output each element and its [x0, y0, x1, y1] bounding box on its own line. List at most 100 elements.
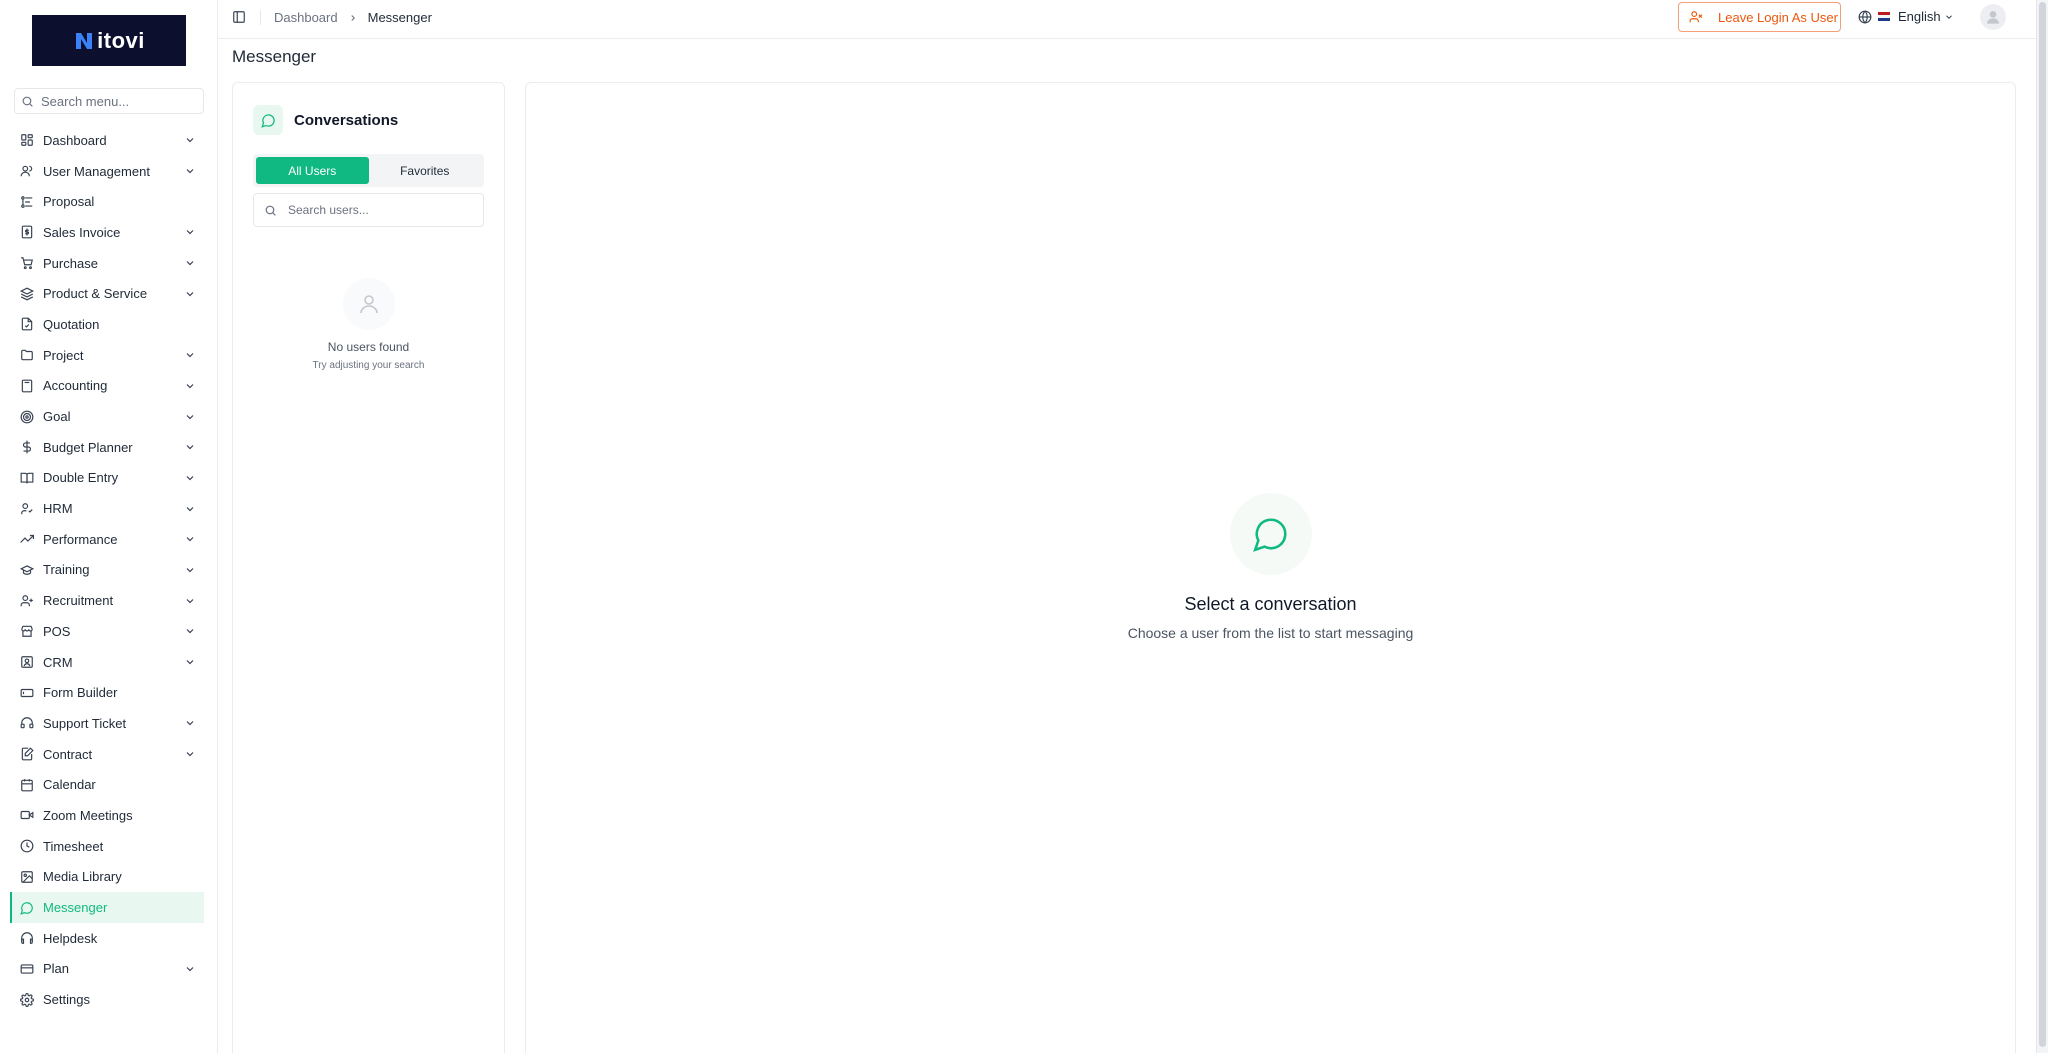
sidebar-item-helpdesk[interactable]: Helpdesk [10, 923, 204, 954]
message-icon [20, 901, 34, 915]
sidebar-item-hrm[interactable]: HRM [10, 493, 204, 524]
sidebar-item-label: Timesheet [43, 838, 104, 854]
invoice-icon [20, 225, 34, 239]
scrollbar-thumb[interactable] [2039, 2, 2046, 1047]
chevron-right-icon [348, 13, 358, 23]
trending-up-icon [20, 532, 34, 546]
chevron-down-icon [1945, 14, 1952, 19]
leave-button-label: Leave Login As User [1718, 9, 1838, 25]
language-selector[interactable]: English [1858, 9, 1954, 24]
store-icon [20, 624, 34, 638]
chevron-down-icon [184, 288, 196, 300]
tab-favorites[interactable]: Favorites [369, 157, 482, 184]
sidebar-item-label: User Management [43, 163, 150, 179]
logo-n-icon [76, 32, 93, 49]
breadcrumb-dashboard-link[interactable]: Dashboard [274, 10, 338, 25]
cart-icon [20, 256, 34, 270]
search-icon [22, 96, 33, 107]
sidebar-item-label: Calendar [43, 777, 96, 793]
chevron-down-icon [184, 226, 196, 238]
chevron-down-icon [184, 595, 196, 607]
page-scrollbar[interactable] [2036, 0, 2048, 1053]
sidebar-item-project[interactable]: Project [10, 340, 204, 371]
sidebar-item-label: Product & Service [43, 286, 148, 302]
user-placeholder-icon [342, 278, 395, 330]
sidebar-item-quotation[interactable]: Quotation [10, 309, 204, 340]
chevron-down-icon [184, 564, 196, 576]
chevron-down-icon [184, 656, 196, 668]
contract-icon [20, 747, 34, 761]
menu-search-input[interactable] [41, 93, 191, 109]
language-label: English [1898, 9, 1941, 24]
chevron-down-icon [184, 533, 196, 545]
sidebar-item-contract[interactable]: Contract [10, 739, 204, 770]
proposal-icon [20, 195, 34, 209]
sidebar-item-form-builder[interactable]: Form Builder [10, 677, 204, 708]
sidebar-item-performance[interactable]: Performance [10, 524, 204, 555]
empty-users-state: No users found Try adjusting your search [233, 278, 504, 371]
avatar-user-icon [1987, 11, 1999, 24]
sidebar-item-messenger[interactable]: Messenger [10, 892, 204, 923]
chevron-down-icon [184, 717, 196, 729]
leave-login-as-user-button[interactable]: Leave Login As User [1678, 2, 1841, 32]
sidebar-item-label: Quotation [43, 316, 100, 332]
sidebar-item-support-ticket[interactable]: Support Ticket [10, 708, 204, 739]
sidebar-item-media-library[interactable]: Media Library [10, 862, 204, 893]
sidebar-item-label: CRM [43, 654, 73, 670]
sidebar-item-sales-invoice[interactable]: Sales Invoice [10, 217, 204, 248]
calendar-icon [20, 778, 34, 792]
logo-mark: itovi [73, 28, 145, 54]
sidebar-item-label: Helpdesk [43, 930, 98, 946]
dashboard-grid-icon [20, 133, 34, 147]
graduation-cap-icon [20, 563, 34, 577]
user-search-input[interactable] [288, 203, 468, 217]
header-divider [260, 10, 261, 25]
headset-icon [20, 716, 34, 730]
sidebar-item-zoom-meetings[interactable]: Zoom Meetings [10, 800, 204, 831]
conversation-tabs: All Users Favorites [253, 154, 484, 187]
sidebar-toggle-icon[interactable] [232, 10, 246, 24]
sidebar-item-purchase[interactable]: Purchase [10, 248, 204, 279]
sidebar-item-goal[interactable]: Goal [10, 401, 204, 432]
breadcrumb: Dashboard Messenger [274, 10, 432, 25]
user-search[interactable] [253, 193, 484, 227]
sidebar-item-label: Media Library [43, 869, 122, 885]
sidebar-item-dashboard[interactable]: Dashboard [10, 125, 204, 156]
user-avatar[interactable] [1980, 4, 2006, 30]
sidebar-item-accounting[interactable]: Accounting [10, 371, 204, 402]
sidebar-item-settings[interactable]: Settings [10, 984, 204, 1015]
layers-icon [20, 287, 34, 301]
sidebar-item-pos[interactable]: POS [10, 616, 204, 647]
sidebar-item-user-management[interactable]: User Management [10, 156, 204, 187]
message-icon [1229, 493, 1312, 575]
user-x-icon [1689, 11, 1703, 23]
sidebar-item-product-service[interactable]: Product & Service [10, 278, 204, 309]
sidebar-item-plan[interactable]: Plan [10, 954, 204, 985]
sidebar-item-crm[interactable]: CRM [10, 647, 204, 678]
sidebar-nav: Dashboard User Management Proposal Sales… [10, 125, 204, 1015]
menu-search[interactable] [14, 88, 204, 114]
users-icon [20, 502, 34, 516]
chat-empty-subtitle: Choose a user from the list to start mes… [1127, 625, 1414, 641]
sidebar-item-label: Messenger [43, 900, 108, 916]
contact-icon [20, 655, 34, 669]
chevron-down-icon [184, 349, 196, 361]
sidebar-item-budget-planner[interactable]: Budget Planner [10, 432, 204, 463]
sidebar-item-timesheet[interactable]: Timesheet [10, 831, 204, 862]
sidebar-item-recruitment[interactable]: Recruitment [10, 585, 204, 616]
sidebar-item-label: Form Builder [43, 685, 118, 701]
sidebar-item-proposal[interactable]: Proposal [10, 186, 204, 217]
sidebar-item-training[interactable]: Training [10, 555, 204, 586]
sidebar-item-label: Sales Invoice [43, 224, 121, 240]
breadcrumb-current: Messenger [367, 10, 432, 25]
sidebar-item-double-entry[interactable]: Double Entry [10, 463, 204, 494]
sidebar-item-label: Accounting [43, 378, 108, 394]
chat-empty-title: Select a conversation [1184, 594, 1357, 614]
sidebar: itovi Dashboard User Management Proposal… [0, 0, 218, 1053]
sidebar-item-label: Performance [43, 531, 118, 547]
calculator-icon [20, 379, 34, 393]
tab-all-users[interactable]: All Users [256, 157, 369, 184]
sidebar-item-label: Budget Planner [43, 439, 133, 455]
brand-logo[interactable]: itovi [32, 15, 186, 66]
sidebar-item-calendar[interactable]: Calendar [10, 769, 204, 800]
